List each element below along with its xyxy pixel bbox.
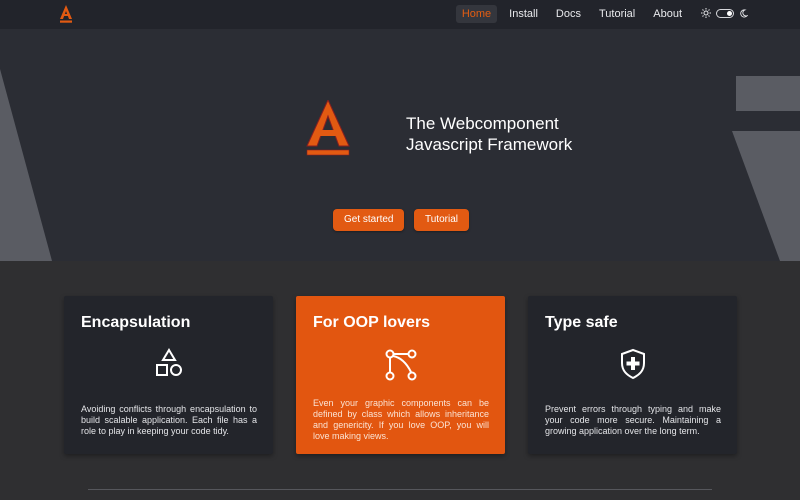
features-section: Encapsulation Avoiding conflicts through… bbox=[64, 296, 737, 454]
get-started-button[interactable]: Get started bbox=[333, 209, 405, 231]
graph-nodes-icon bbox=[385, 349, 416, 381]
nav-docs[interactable]: Docs bbox=[550, 5, 587, 23]
card-title: For OOP lovers bbox=[313, 314, 431, 331]
main-nav: Home Install Docs Tutorial About bbox=[455, 5, 688, 23]
shield-plus-icon bbox=[620, 348, 645, 380]
nav-tutorial[interactable]: Tutorial bbox=[593, 5, 641, 23]
tutorial-button[interactable]: Tutorial bbox=[414, 209, 469, 231]
card-text: Avoiding conflicts through encapsulation… bbox=[81, 404, 257, 436]
hero-title: The Webcomponent Javascript Framework bbox=[406, 114, 573, 154]
theme-switch bbox=[701, 8, 748, 18]
sun-icon[interactable] bbox=[701, 8, 711, 18]
feature-card-oop: For OOP lovers Even your graphic compone… bbox=[296, 296, 505, 454]
card-title: Type safe bbox=[545, 314, 618, 331]
theme-toggle[interactable] bbox=[716, 8, 734, 18]
hero-section: The Webcomponent Javascript Framework Ge… bbox=[0, 29, 800, 261]
card-text: Prevent errors through typing and make y… bbox=[545, 404, 721, 436]
hero-decoration-left bbox=[0, 69, 52, 261]
nav-home[interactable]: Home bbox=[455, 5, 498, 23]
nav-install[interactable]: Install bbox=[503, 5, 544, 23]
feature-card-type-safe: Type safe Prevent errors through typing … bbox=[528, 296, 737, 454]
nav-about[interactable]: About bbox=[647, 5, 688, 23]
section-divider bbox=[88, 489, 712, 490]
card-title: Encapsulation bbox=[81, 314, 191, 331]
shapes-icon bbox=[155, 348, 182, 376]
hero-decoration-right bbox=[732, 76, 800, 261]
feature-card-encapsulation: Encapsulation Avoiding conflicts through… bbox=[64, 296, 273, 454]
top-navbar: Home Install Docs Tutorial About bbox=[0, 0, 800, 29]
framework-logo-icon[interactable] bbox=[59, 5, 73, 24]
framework-logo-icon bbox=[306, 100, 350, 156]
card-text: Even your graphic components can be defi… bbox=[313, 398, 489, 441]
moon-icon[interactable] bbox=[739, 8, 748, 18]
